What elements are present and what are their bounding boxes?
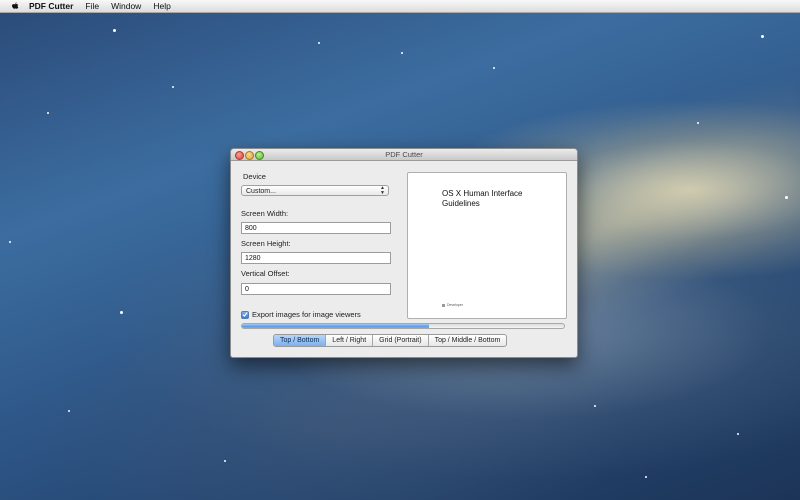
star xyxy=(318,42,320,44)
pdf-preview: OS X Human Interface Guidelines Develope… xyxy=(407,172,567,319)
title-bar[interactable]: PDF Cutter xyxy=(231,149,577,161)
screen-width-field[interactable]: 800 xyxy=(241,222,391,234)
segment-left-right[interactable]: Left / Right xyxy=(326,335,374,346)
menu-bar: PDF Cutter File Window Help xyxy=(0,0,800,13)
star xyxy=(113,29,116,32)
star xyxy=(401,52,403,54)
apple-menu-icon[interactable] xyxy=(10,1,19,11)
preview-footer: Developer xyxy=(442,303,463,307)
menu-file[interactable]: File xyxy=(85,0,99,12)
menu-help[interactable]: Help xyxy=(153,0,170,12)
preview-footer-text: Developer xyxy=(447,303,463,307)
star xyxy=(737,433,739,435)
device-select-value: Custom... xyxy=(246,188,276,195)
segment-top-bottom[interactable]: Top / Bottom xyxy=(274,335,327,346)
star xyxy=(47,112,49,114)
select-arrows-icon: ▲ ▼ xyxy=(380,184,385,196)
star xyxy=(68,410,70,412)
menu-app-name[interactable]: PDF Cutter xyxy=(29,0,73,12)
star xyxy=(697,122,699,124)
preview-document-title: OS X Human Interface Guidelines xyxy=(442,189,523,208)
device-label: Device xyxy=(243,172,266,181)
vertical-offset-field[interactable]: 0 xyxy=(241,283,391,295)
progress-bar xyxy=(241,323,565,329)
export-checkbox-row[interactable]: Export images for image viewers xyxy=(241,310,361,319)
star xyxy=(594,405,596,407)
star xyxy=(493,67,495,69)
export-checkbox-label[interactable]: Export images for image viewers xyxy=(252,310,361,319)
layout-segmented-control: Top / Bottom Left / Right Grid (Portrait… xyxy=(273,334,508,347)
pdf-cutter-window: PDF Cutter Device Custom... ▲ ▼ Screen Wi… xyxy=(230,148,578,358)
star xyxy=(761,35,764,38)
vertical-offset-label: Vertical Offset: xyxy=(241,269,290,278)
screen-height-field[interactable]: 1280 xyxy=(241,252,391,264)
screen-width-label: Screen Width: xyxy=(241,209,289,218)
screen-height-label: Screen Height: xyxy=(241,239,291,248)
star xyxy=(224,460,226,462)
window-title: PDF Cutter xyxy=(385,150,423,159)
star xyxy=(785,196,788,199)
star xyxy=(645,476,647,478)
developer-logo-icon xyxy=(442,303,445,307)
device-select[interactable]: Custom... ▲ ▼ xyxy=(241,185,389,196)
segment-grid-portrait[interactable]: Grid (Portrait) xyxy=(373,335,429,346)
star xyxy=(120,311,123,314)
export-checkbox[interactable] xyxy=(241,310,249,319)
segment-top-middle-bottom[interactable]: Top / Middle / Bottom xyxy=(429,335,507,346)
star xyxy=(9,241,11,243)
star xyxy=(172,86,174,88)
menu-window[interactable]: Window xyxy=(111,0,141,12)
checkmark-icon xyxy=(242,312,248,317)
progress-fill xyxy=(242,324,429,328)
